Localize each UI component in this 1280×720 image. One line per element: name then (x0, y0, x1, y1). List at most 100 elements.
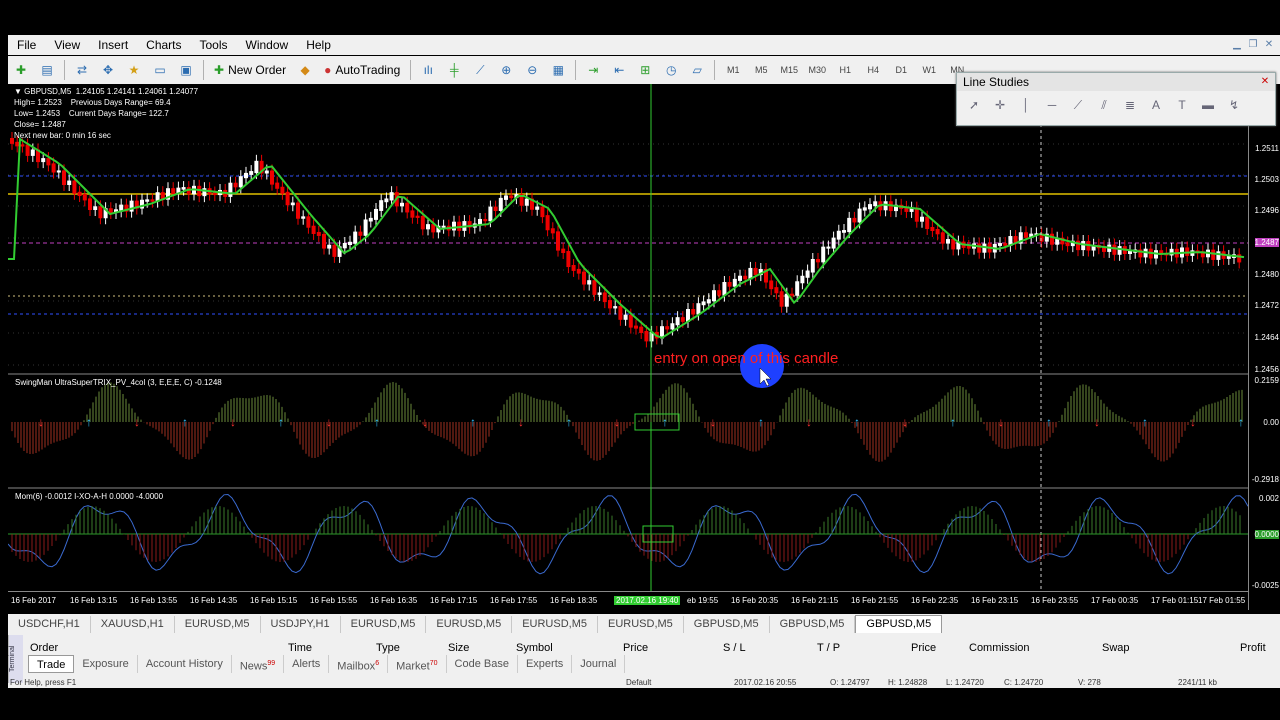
column-header-order[interactable]: Order (30, 642, 58, 654)
chart-tab[interactable]: EURUSD,M5 (426, 616, 513, 633)
terminal-tab-mailbox[interactable]: Mailbox6 (329, 655, 389, 673)
menu-window[interactable]: Window (237, 35, 298, 55)
candle-body (810, 259, 815, 273)
menu-help[interactable]: Help (297, 35, 340, 55)
equidistant-channel-icon[interactable]: ⫽ (1093, 95, 1115, 115)
chart-tab[interactable]: EURUSD,M5 (598, 616, 684, 633)
terminal-tab-journal[interactable]: Journal (572, 655, 626, 673)
close-icon[interactable]: ✕ (1258, 75, 1272, 89)
fibonacci-icon[interactable]: ≣ (1119, 95, 1141, 115)
column-header-current-price[interactable]: Price (911, 642, 936, 654)
auto-scroll-icon[interactable]: ⇥ (582, 59, 604, 81)
candle-body (842, 230, 846, 233)
timeframe-m5[interactable]: M5 (749, 59, 773, 81)
menu-file[interactable]: File (8, 35, 45, 55)
bar-chart-icon[interactable]: ılı (417, 59, 439, 81)
indicators-icon[interactable]: ⊞ (634, 59, 656, 81)
candle-body (701, 301, 706, 306)
vertical-line-icon[interactable]: │ (1015, 95, 1037, 115)
menu-view[interactable]: View (45, 35, 89, 55)
text-icon[interactable]: A (1145, 95, 1167, 115)
restore-icon[interactable]: ❐ (1246, 39, 1260, 51)
cursor-icon[interactable]: ➚ (963, 95, 985, 115)
chart-tab-active[interactable]: GBPUSD,M5 (855, 615, 943, 633)
candle-body (62, 170, 66, 185)
column-header-symbol[interactable]: Symbol (516, 642, 553, 654)
chart-window[interactable]: entry on open of this candle ↓ ↑ ↓ ↑ ↓ ↑ ↓ ↑ ↓ ↑ ↓ ↑… (8, 84, 1280, 610)
templates-icon[interactable]: ▱ (686, 59, 708, 81)
terminal-tab-alerts[interactable]: Alerts (284, 655, 330, 673)
chart-tab[interactable]: USDCHF,H1 (8, 616, 91, 633)
periods-icon[interactable]: ◷ (660, 59, 682, 81)
timeframe-m30[interactable]: M30 (805, 59, 829, 81)
price-chart[interactable]: entry on open of this candle ↓ ↑ ↓ ↑ ↓ ↑ ↓ ↑ ↓ ↑ ↓ ↑… (8, 84, 1248, 591)
data-window-icon[interactable]: ★ (123, 59, 145, 81)
news-badge: 99 (267, 660, 276, 667)
column-header-sl[interactable]: S / L (723, 642, 746, 654)
strategy-tester-icon[interactable]: ▣ (175, 59, 197, 81)
chart-tab[interactable]: EURUSD,M5 (512, 616, 598, 633)
profiles-icon[interactable]: ▤ (36, 59, 58, 81)
timeframe-h4[interactable]: H4 (861, 59, 885, 81)
candle-body (680, 317, 685, 322)
timeframe-h1[interactable]: H1 (833, 59, 857, 81)
candle-body (597, 292, 602, 295)
chart-tab[interactable]: XAUUSD,H1 (91, 616, 175, 633)
column-header-swap[interactable]: Swap (1102, 642, 1130, 654)
tile-windows-icon[interactable]: ▦ (547, 59, 569, 81)
line-chart-icon[interactable]: ⟋ (469, 59, 491, 81)
timeframe-m15[interactable]: M15 (777, 59, 801, 81)
column-header-commission[interactable]: Commission (969, 642, 1030, 654)
chart-tab[interactable]: GBPUSD,M5 (684, 616, 770, 633)
chart-shift-icon[interactable]: ⇤ (608, 59, 630, 81)
minimize-icon[interactable]: ▁ (1230, 39, 1244, 51)
column-header-tp[interactable]: T / P (817, 642, 840, 654)
timeframe-d1[interactable]: D1 (889, 59, 913, 81)
line-studies-toolbar[interactable]: Line Studies ✕ ➚ ✛ │ ─ ⟋ ⫽ ≣ A T ▬ ↯ (956, 72, 1276, 126)
metaeditor-icon[interactable]: ◆ (294, 59, 316, 81)
terminal-tab-experts[interactable]: Experts (518, 655, 573, 673)
status-connection: 2241/11 kb (1178, 678, 1217, 687)
timeframe-w1[interactable]: W1 (917, 59, 941, 81)
terminal-tab-trade[interactable]: Trade (28, 655, 75, 673)
candlestick-icon[interactable]: ╪ (443, 59, 465, 81)
signal-arrow-icon: ↓ (902, 415, 908, 429)
zoom-out-icon[interactable]: ⊖ (521, 59, 543, 81)
market-watch-icon[interactable]: ⇄ (71, 59, 93, 81)
more-tools-icon[interactable]: ↯ (1223, 95, 1245, 115)
terminal-tab-exposure[interactable]: Exposure (74, 655, 138, 673)
menu-insert[interactable]: Insert (89, 35, 137, 55)
arrows-icon[interactable]: ▬ (1197, 95, 1219, 115)
chart-tab[interactable]: GBPUSD,M5 (770, 616, 856, 633)
zoom-in-icon[interactable]: ⊕ (495, 59, 517, 81)
timeframe-m1[interactable]: M1 (721, 59, 745, 81)
chart-tab[interactable]: USDJPY,H1 (261, 616, 341, 633)
chart-tab[interactable]: EURUSD,M5 (341, 616, 427, 633)
trendline-icon[interactable]: ⟋ (1067, 95, 1089, 115)
column-header-size[interactable]: Size (448, 642, 469, 654)
autotrading-button[interactable]: ● AutoTrading (320, 59, 404, 81)
new-chart-icon[interactable]: ✚ (10, 59, 32, 81)
menu-tools[interactable]: Tools (191, 35, 237, 55)
terminal-tab-news[interactable]: News99 (232, 655, 285, 673)
column-header-price[interactable]: Price (623, 642, 648, 654)
horizontal-line-icon[interactable]: ─ (1041, 95, 1063, 115)
navigator-icon[interactable]: ✥ (97, 59, 119, 81)
candle-body (25, 144, 30, 156)
candle-body (852, 217, 857, 223)
close-icon[interactable]: ✕ (1262, 39, 1276, 51)
autotrading-icon: ● (324, 63, 332, 77)
chart-tab[interactable]: EURUSD,M5 (175, 616, 261, 633)
terminal-icon[interactable]: ▭ (149, 59, 171, 81)
terminal-tab-market[interactable]: Market70 (388, 655, 447, 673)
text-label-icon[interactable]: T (1171, 95, 1193, 115)
menu-charts[interactable]: Charts (137, 35, 190, 55)
terminal-tab-account-history[interactable]: Account History (138, 655, 232, 673)
terminal-tab-code-base[interactable]: Code Base (447, 655, 518, 673)
column-header-time[interactable]: Time (288, 642, 312, 654)
column-header-profit[interactable]: Profit (1240, 642, 1266, 654)
candle-body (290, 202, 295, 206)
new-order-button[interactable]: ✚ New Order (210, 59, 290, 81)
crosshair-icon[interactable]: ✛ (989, 95, 1011, 115)
column-header-type[interactable]: Type (376, 642, 400, 654)
